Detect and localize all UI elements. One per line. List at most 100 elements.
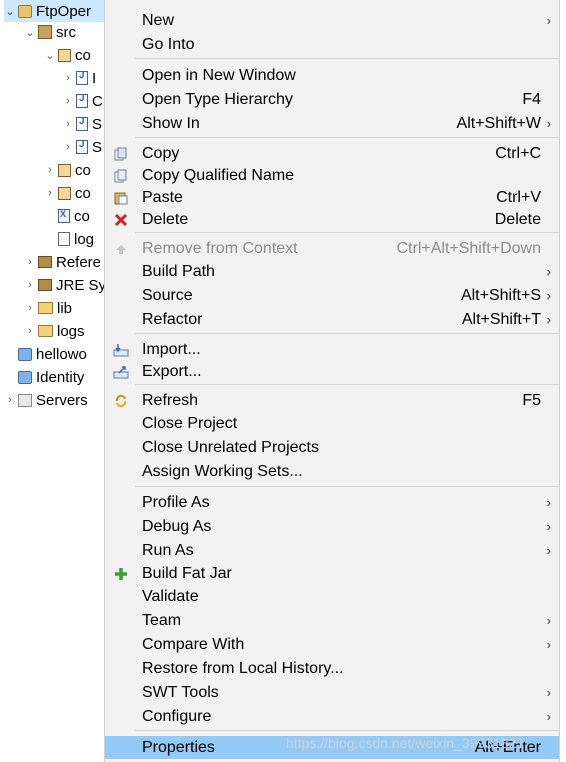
menu-item-validate[interactable]: Validate (105, 585, 559, 608)
menu-item-team[interactable]: Team › (105, 609, 559, 632)
menu-item-label: Validate (142, 587, 199, 605)
menu-item-label: Open in New Window (142, 66, 296, 84)
tree-node-label: lib (57, 299, 73, 317)
chevron-right-icon[interactable]: › (4, 394, 16, 406)
menu-item-export[interactable]: Export... (105, 360, 559, 383)
chevron-right-icon[interactable]: › (62, 95, 74, 107)
menu-item-build-path[interactable]: Build Path › (105, 260, 559, 283)
file-icon (58, 232, 70, 246)
tree-node-label: C (92, 92, 103, 110)
menu-item-remove-from-context: Remove from Context Ctrl+Alt+Shift+Down (105, 237, 559, 260)
tree-node-label: co (75, 161, 91, 179)
menu-separator (135, 137, 559, 138)
tree-node-label: JRE Sy (56, 276, 107, 294)
tree-node-label: S (92, 115, 103, 133)
chevron-down-icon[interactable]: ⌄ (44, 49, 56, 62)
menu-item-label: Delete (142, 210, 189, 228)
submenu-arrow-icon: › (546, 312, 551, 327)
menu-item-open-type-hierarchy[interactable]: Open Type Hierarchy F4 (105, 88, 559, 111)
submenu-arrow-icon: › (546, 685, 551, 700)
menu-item-label: Properties (142, 738, 215, 756)
copy-qualified-name-icon (113, 168, 129, 184)
menu-item-configure[interactable]: Configure › (105, 705, 559, 728)
chevron-right-icon[interactable]: › (24, 279, 36, 291)
java-file-icon (76, 139, 88, 154)
menu-item-source[interactable]: Source Alt+Shift+S › (105, 284, 559, 307)
chevron-right-icon[interactable]: › (62, 141, 74, 153)
export-icon (113, 364, 129, 380)
menu-item-import[interactable]: Import... (105, 338, 559, 361)
menu-item-build-fat-jar[interactable]: Build Fat Jar (105, 562, 559, 585)
context-menu: New › Go Into Open in New Window Open Type H… (104, 0, 560, 762)
chevron-right-icon[interactable]: › (62, 118, 74, 130)
package-folder-icon (38, 25, 52, 39)
menu-item-close-unrelated-projects[interactable]: Close Unrelated Projects (105, 436, 559, 459)
tree-node-label: S (92, 138, 103, 156)
java-file-icon (76, 93, 88, 108)
menu-item-shortcut: Ctrl+C (495, 144, 541, 162)
menu-item-label: Open Type Hierarchy (142, 90, 293, 108)
tree-node-label: log (74, 230, 95, 248)
menu-item-restore-from-local-history[interactable]: Restore from Local History... (105, 657, 559, 680)
menu-item-open-in-new-window[interactable]: Open in New Window (105, 64, 559, 87)
menu-item-copy-qualified-name[interactable]: Copy Qualified Name (105, 164, 559, 187)
chevron-right-icon[interactable]: › (24, 256, 36, 268)
chevron-right-icon[interactable]: › (62, 72, 74, 84)
menu-item-label: Configure (142, 707, 212, 725)
chevron-down-icon[interactable]: ⌄ (24, 26, 36, 39)
tree-node-label: Servers (36, 391, 88, 409)
menu-item-label: Export... (142, 362, 202, 380)
menu-separator (135, 58, 559, 59)
menu-item-shortcut: F5 (522, 391, 541, 409)
menu-item-refresh[interactable]: Refresh F5 (105, 389, 559, 412)
menu-item-label: Copy (142, 144, 180, 162)
menu-item-label: Build Fat Jar (142, 564, 232, 582)
menu-item-label: Copy Qualified Name (142, 166, 295, 184)
menu-item-paste[interactable]: Paste Ctrl+V (105, 186, 559, 209)
chevron-right-icon[interactable]: › (44, 164, 56, 176)
tree-node-label: I (92, 69, 97, 87)
menu-item-compare-with[interactable]: Compare With › (105, 633, 559, 656)
xml-file-icon (58, 209, 70, 223)
copy-icon (113, 146, 129, 162)
menu-item-label: Debug As (142, 517, 212, 535)
menu-item-close-project[interactable]: Close Project (105, 412, 559, 435)
menu-item-profile-as[interactable]: Profile As › (105, 491, 559, 514)
menu-item-swt-tools[interactable]: SWT Tools › (105, 681, 559, 704)
chevron-down-icon[interactable]: ⌄ (4, 5, 16, 18)
menu-item-label: Build Path (142, 262, 215, 280)
menu-item-run-as[interactable]: Run As › (105, 539, 559, 562)
submenu-arrow-icon: › (546, 519, 551, 534)
menu-item-assign-working-sets[interactable]: Assign Working Sets... (105, 460, 559, 483)
menu-item-go-into[interactable]: Go Into (105, 33, 559, 56)
menu-item-label: Compare With (142, 635, 245, 653)
menu-item-show-in[interactable]: Show In Alt+Shift+W › (105, 112, 559, 135)
submenu-arrow-icon: › (546, 495, 551, 510)
menu-item-label: Close Unrelated Projects (142, 438, 319, 456)
package-icon (58, 186, 71, 200)
chevron-right-icon[interactable]: › (24, 325, 36, 337)
menu-item-label: Close Project (142, 414, 238, 432)
menu-item-label: Refactor (142, 310, 203, 328)
menu-item-label: Profile As (142, 493, 210, 511)
remove-context-icon (113, 241, 129, 257)
tree-node-label: hellowo (36, 345, 87, 363)
package-icon (58, 163, 71, 177)
menu-item-copy[interactable]: Copy Ctrl+C (105, 142, 559, 165)
tree-node-label: co (75, 184, 91, 202)
refresh-icon (113, 393, 129, 409)
menu-separator (135, 730, 559, 731)
package-icon (58, 48, 71, 62)
submenu-arrow-icon: › (546, 637, 551, 652)
chevron-right-icon[interactable]: › (44, 187, 56, 199)
submenu-arrow-icon: › (546, 116, 551, 131)
tree-node-label: co (75, 46, 91, 64)
chevron-right-icon[interactable]: › (24, 302, 36, 314)
submenu-arrow-icon: › (546, 13, 551, 28)
menu-item-new[interactable]: New › (105, 9, 559, 32)
menu-item-refactor[interactable]: Refactor Alt+Shift+T › (105, 308, 559, 331)
menu-item-delete[interactable]: Delete Delete (105, 208, 559, 231)
menu-item-label: Remove from Context (142, 239, 298, 257)
menu-item-debug-as[interactable]: Debug As › (105, 515, 559, 538)
menu-item-label: Show In (142, 114, 200, 132)
